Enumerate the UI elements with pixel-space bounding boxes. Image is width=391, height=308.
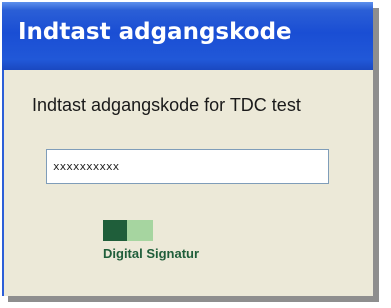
dialog-title: Indtast adgangskode (18, 19, 292, 45)
logo-text: Digital Signatur (103, 246, 200, 261)
password-prompt-label: Indtast adgangskode for TDC test (32, 95, 301, 115)
logo-dark-square (103, 220, 127, 241)
logo-light-square (127, 220, 153, 241)
title-bar[interactable]: Indtast adgangskode (2, 2, 373, 70)
password-input[interactable] (46, 149, 329, 184)
digital-signatur-logo: Digital Signatur (103, 220, 223, 270)
